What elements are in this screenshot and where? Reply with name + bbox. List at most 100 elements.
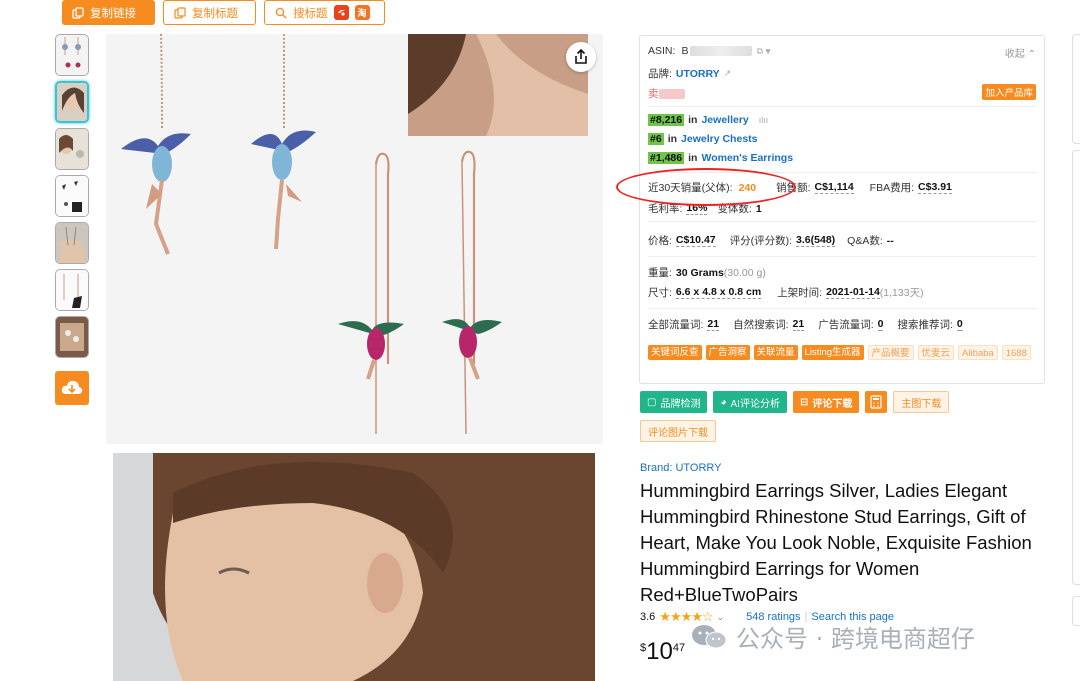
brand-line-link[interactable]: Brand: UTORRY	[640, 462, 722, 474]
rank-row-3: #1,486 in Women's Earrings	[648, 152, 794, 164]
highlight-circle	[616, 168, 796, 206]
watermark: 公众号 · 跨境电商超仔	[690, 619, 975, 654]
copy-title-button[interactable]: 复制标题	[163, 0, 256, 25]
asin-label: ASIN:	[648, 45, 676, 57]
top-toolbar: 复制链接 复制标题 搜标题 淘	[62, 0, 385, 25]
calculator-icon	[870, 395, 882, 409]
fba-label: FBA费用:	[869, 182, 915, 194]
all-keywords-value[interactable]: 21	[707, 318, 720, 331]
rank-badge: #6	[648, 133, 664, 145]
price-value: C$10.47	[675, 234, 716, 247]
thumbnail-3[interactable]	[55, 128, 89, 170]
rating-label: 评分(评分数):	[729, 235, 793, 247]
price-cents: 47	[672, 642, 686, 654]
model-photo[interactable]	[113, 453, 595, 681]
seller-blurred	[658, 88, 685, 99]
copy-asin-icon[interactable]: ⧉ ♥	[756, 46, 770, 57]
cloud-download-button[interactable]	[55, 371, 89, 405]
keywords-row: 全部流量词: 21 自然搜索词: 21 广告流量词: 0 搜索推荐词: 0	[648, 317, 963, 332]
price-whole: 10	[646, 638, 673, 665]
brand-label: 品牌:	[648, 68, 672, 80]
organic-keywords-value[interactable]: 21	[792, 318, 805, 331]
wechat-icon	[690, 623, 728, 651]
price-row: 价格: C$10.47 评分(评分数): 3.6(548) Q&A数: --	[648, 233, 894, 248]
seller-row: 卖	[648, 86, 685, 101]
copy-title-label: 复制标题	[192, 7, 238, 20]
ai-review-button[interactable]: ◕ AI评论分析	[713, 391, 787, 413]
recommended-keywords-label: 搜索推荐词:	[897, 319, 953, 331]
external-link-icon[interactable]: ↗	[724, 68, 732, 79]
thumbnail-1[interactable]	[55, 34, 89, 76]
variants-value: 1	[755, 202, 762, 215]
listed-value: 2021-01-14	[826, 286, 880, 299]
chip-alibaba[interactable]: Alibaba	[958, 345, 998, 360]
chip-ad-insight[interactable]: 广告洞察	[705, 345, 750, 360]
rank-category-link[interactable]: Women's Earrings	[701, 152, 793, 164]
calculator-button[interactable]	[865, 391, 888, 413]
copy-link-label: 复制链接	[90, 7, 136, 20]
search-title-label: 搜标题	[293, 7, 328, 20]
action-buttons: ▢ 品牌检测 ◕ AI评论分析 ⊟ 评论下载 主图下载	[640, 391, 950, 413]
thumbnail-2[interactable]	[55, 81, 89, 123]
price-display: $ 10 47	[640, 638, 685, 666]
thumbnail-5[interactable]	[55, 222, 89, 264]
main-product-image[interactable]	[106, 33, 603, 444]
copy-link-button[interactable]: 复制链接	[62, 0, 155, 25]
asin-blurred	[690, 46, 753, 56]
chip-keyword-reverse[interactable]: 关键词反查	[648, 345, 702, 360]
cloud-download-icon	[61, 380, 83, 394]
thumbnail-7[interactable]	[55, 316, 89, 358]
checkbox-icon: ▢	[647, 396, 657, 408]
search-title-button[interactable]: 搜标题 淘	[264, 0, 385, 25]
rating-value: 3.6(548)	[796, 234, 836, 247]
chip-listing-generator[interactable]: Listing生成器	[801, 345, 864, 360]
ad-keywords-label: 广告流量词:	[818, 319, 874, 331]
main-image-download-button[interactable]: 主图下载	[893, 391, 950, 413]
rating-number: 3.6	[640, 611, 656, 623]
brand-row: 品牌: UTORRY ↗	[648, 66, 731, 81]
asin-value[interactable]: B	[681, 45, 688, 57]
review-download-button[interactable]: ⊟ 评论下载	[792, 391, 860, 413]
thumbnail-4[interactable]	[55, 175, 89, 217]
organic-keywords-label: 自然搜索词:	[733, 319, 789, 331]
revenue-value: C$1,114	[814, 181, 854, 194]
size-value: 6.6 x 4.8 x 0.8 cm	[675, 286, 762, 299]
taobao-icon[interactable]: 淘	[354, 5, 370, 20]
asin-row: ASIN: B ⧉ ♥	[648, 45, 771, 57]
size-label: 尺寸:	[648, 287, 672, 299]
all-keywords-label: 全部流量词:	[648, 319, 704, 331]
chip-1688[interactable]: 1688	[1001, 345, 1031, 360]
brand-check-button[interactable]: ▢ 品牌检测	[640, 391, 708, 413]
rank-category-link[interactable]: Jewelry Chests	[681, 133, 757, 145]
rank-badge: #1,486	[648, 152, 685, 164]
share-button[interactable]	[566, 42, 596, 72]
shopping-app-icon[interactable]	[333, 5, 349, 20]
review-image-download-button[interactable]: 评论图片下载	[640, 420, 716, 442]
download-icon: ⊟	[799, 396, 809, 408]
add-to-library-button[interactable]: 加入产品库	[982, 84, 1036, 100]
product-info-panel: ASIN: B ⧉ ♥ 收起 ⌃ 品牌: UTORRY ↗ 卖 加入产品库 #8…	[639, 35, 1045, 384]
share-icon	[575, 49, 587, 64]
brand-link[interactable]: UTORRY	[676, 68, 720, 80]
rank-badge: #8,216	[648, 114, 685, 126]
chip-product-summary[interactable]: 产品概要	[867, 345, 914, 360]
collapse-toggle[interactable]: 收起 ⌃	[1005, 45, 1036, 60]
side-panel-edge	[1072, 34, 1080, 144]
rank-chart-icon[interactable]: ılıı	[759, 115, 769, 125]
listed-label: 上架时间:	[777, 287, 823, 299]
watermark-text: 公众号 · 跨境电商超仔	[736, 625, 975, 653]
thumbnail-list	[55, 34, 89, 363]
ad-keywords-value[interactable]: 0	[877, 318, 884, 331]
thumbnail-6[interactable]	[55, 269, 89, 311]
size-row: 尺寸: 6.6 x 4.8 x 0.8 cm 上架时间: 2021-01-14 …	[648, 285, 924, 300]
rank-category-link[interactable]: Jewellery	[701, 114, 748, 126]
weight-row: 重量: 30 Grams (30.00 g)	[648, 265, 766, 280]
chip-related-traffic[interactable]: 关联流量	[753, 345, 798, 360]
recommended-keywords-value[interactable]: 0	[956, 318, 963, 331]
side-panel-edge	[1072, 596, 1080, 626]
rank-row-1: #8,216 in Jewellery ılıı	[648, 114, 769, 126]
copy-icon	[174, 6, 186, 19]
pie-chart-icon: ◕	[720, 396, 727, 408]
side-panel-edge	[1072, 150, 1080, 585]
chip-youmaiyun[interactable]: 优麦云	[917, 345, 955, 360]
